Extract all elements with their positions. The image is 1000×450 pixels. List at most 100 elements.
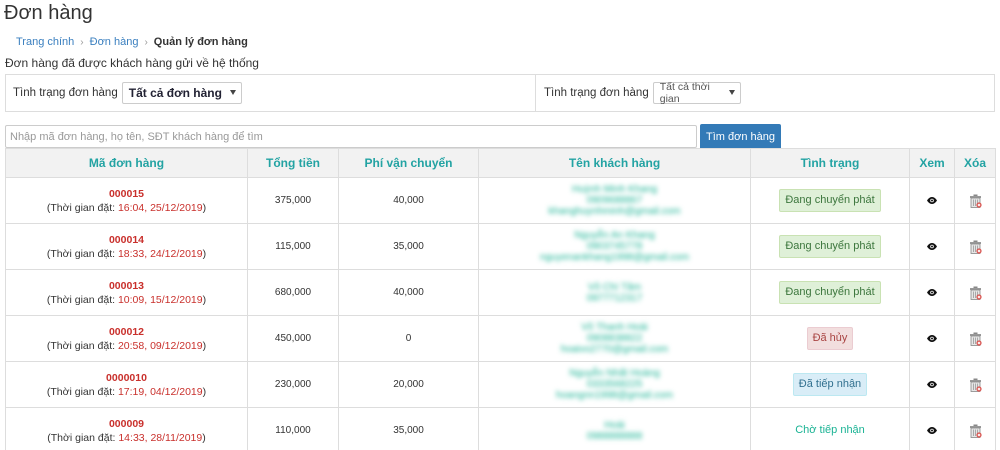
order-shipping: 35,000 [338,407,479,450]
customer-line: 0988888888 [586,430,643,442]
order-code-cell: 0000010 (Thời gian đặt: 17:19, 04/12/2019… [5,361,248,408]
filter-bar: Tình trạng đơn hàng Tất cả đơn hàng Tình… [5,74,995,112]
status-filter-value: Tất cả đơn hàng [128,86,222,100]
order-code-cell: 000012 (Thời gian đặt: 20:58, 09/12/2019) [5,315,248,362]
trash-icon[interactable] [969,424,982,438]
order-code-cell: 000015 (Thời gian đặt: 16:04, 25/12/2019) [5,177,248,224]
order-code[interactable]: 0000010 [6,371,247,385]
table-row[interactable]: 0000010 (Thời gian đặt: 17:19, 04/12/2019… [5,361,996,408]
trash-icon[interactable] [969,378,982,392]
customer-info: Nguyễn Nhất Hoàng 0333568225 hoangnn1998@g… [478,361,751,408]
customer-line: 0333568225 [586,379,643,390]
order-status-cell: Đã hủy [750,315,910,362]
trash-icon[interactable] [969,240,982,254]
order-code[interactable]: 000013 [6,279,247,293]
delete-cell [954,177,996,224]
trash-icon[interactable] [969,332,982,346]
column-header-shipping[interactable]: Phí vận chuyển [338,148,479,178]
order-code-cell: 000013 (Thời gian đặt: 10:09, 15/12/2019) [5,269,248,316]
status-badge: Đã tiếp nhận [792,373,868,396]
status-badge: Chờ tiếp nhận [795,424,865,436]
customer-info-blurred: Hoài 0988888888 [479,420,750,442]
order-time: (Thời gian đặt: 16:04, 25/12/2019) [6,201,247,215]
table-row[interactable]: 000015 (Thời gian đặt: 16:04, 25/12/2019)… [5,177,996,224]
column-header-customer[interactable]: Tên khách hàng [478,148,751,178]
customer-info: Huỳnh Minh Khang 0909688867 khanghuynhminh… [478,177,751,224]
eye-icon[interactable] [926,333,938,344]
chevron-right-icon: › [80,36,84,48]
status-badge: Đang chuyển phát [779,235,881,258]
status-filter-select[interactable]: Tất cả đơn hàng [121,82,242,104]
time-filter-select[interactable]: Tất cả thời gian [652,81,741,105]
order-time-suffix: ) [202,431,206,444]
order-time-value: 20:58, 09/12/2019 [117,339,203,352]
view-cell [909,407,955,450]
column-header-code[interactable]: Mã đơn hàng [5,148,248,178]
column-header-status[interactable]: Tình trạng [750,148,910,178]
order-status-cell: Đang chuyển phát [750,223,910,270]
caret-down-icon [728,90,735,95]
customer-line: Hoài [604,419,625,431]
customer-line: Nguyễn Nhất Hoàng [569,368,660,379]
delete-cell [954,315,996,362]
eye-icon[interactable] [926,241,938,252]
view-cell [909,361,955,408]
order-time: (Thời gian đặt: 10:09, 15/12/2019) [6,293,247,307]
customer-info: Võ Chí Tâm 0977712317 [478,269,751,316]
table-row[interactable]: 000014 (Thời gian đặt: 18:33, 24/12/2019)… [5,223,996,270]
column-header-view: Xem [909,148,955,178]
search-input[interactable]: Nhập mã đơn hàng, họ tên, SĐT khách hàng… [5,125,697,148]
order-shipping: 40,000 [338,177,479,224]
order-time-prefix: (Thời gian đặt: [46,247,118,260]
customer-line: 0908838822 [586,333,643,344]
table-row[interactable]: 000009 (Thời gian đặt: 14:33, 28/11/2019)… [5,407,996,450]
customer-line: hoangnn1998@gmail.com [556,390,673,401]
search-button[interactable]: Tìm đơn hàng [700,124,781,150]
order-time: (Thời gian đặt: 20:58, 09/12/2019) [6,339,247,353]
order-time-value: 16:04, 25/12/2019 [117,201,203,214]
table-row[interactable]: 000012 (Thời gian đặt: 20:58, 09/12/2019)… [5,315,996,362]
order-time-prefix: (Thời gian đặt: [46,201,118,214]
order-total: 680,000 [247,269,339,316]
trash-icon[interactable] [969,194,982,208]
order-time-value: 14:33, 28/11/2019 [118,431,203,444]
orders-table: Mã đơn hàng Tổng tiền Phí vận chuyển Tên… [5,148,996,450]
order-code[interactable]: 000015 [6,187,247,201]
trash-icon[interactable] [969,286,982,300]
order-code[interactable]: 000014 [6,233,247,247]
customer-info-blurred: Nguyễn An Khang 0903745778 nguyenankhang19… [479,230,750,263]
status-badge: Đã hủy [806,327,854,350]
time-filter-label: Tình trạng đơn hàng [544,87,649,99]
customer-line: hoaivo2770@gmail.com [560,344,669,355]
breadcrumb-orders-link[interactable]: Đơn hàng [90,36,139,48]
order-code[interactable]: 000012 [6,325,247,339]
delete-cell [954,361,996,408]
order-time-prefix: (Thời gian đặt: [46,385,118,398]
order-time-value: 10:09, 15/12/2019 [117,293,203,306]
customer-line: Huỳnh Minh Khang [571,184,658,195]
delete-cell [954,269,996,316]
order-code[interactable]: 000009 [6,417,247,431]
order-time-suffix: ) [202,201,207,214]
customer-line: Nguyễn An Khang [574,230,655,241]
order-code-cell: 000014 (Thời gian đặt: 18:33, 24/12/2019) [5,223,248,270]
order-time-prefix: (Thời gian đặt: [46,293,118,306]
breadcrumb-home-link[interactable]: Trang chính [16,36,74,48]
order-time-prefix: (Thời gian đặt: [47,431,119,444]
eye-icon[interactable] [926,379,938,390]
order-total: 450,000 [247,315,339,362]
order-code-cell: 000009 (Thời gian đặt: 14:33, 28/11/2019) [5,407,248,450]
eye-icon[interactable] [926,287,938,298]
order-status-cell: Chờ tiếp nhận [750,407,910,450]
order-time: (Thời gian đặt: 17:19, 04/12/2019) [6,385,247,399]
customer-line: Võ Thanh Hoài [581,322,648,333]
order-time-suffix: ) [202,385,207,398]
status-badge: Đang chuyển phát [779,189,881,212]
column-header-total[interactable]: Tổng tiền [247,148,339,178]
customer-info: Hoài 0988888888 [478,407,751,450]
view-cell [909,177,955,224]
eye-icon[interactable] [926,195,938,206]
order-time-suffix: ) [202,339,207,352]
eye-icon[interactable] [926,425,938,436]
table-row[interactable]: 000013 (Thời gian đặt: 10:09, 15/12/2019)… [5,269,996,316]
